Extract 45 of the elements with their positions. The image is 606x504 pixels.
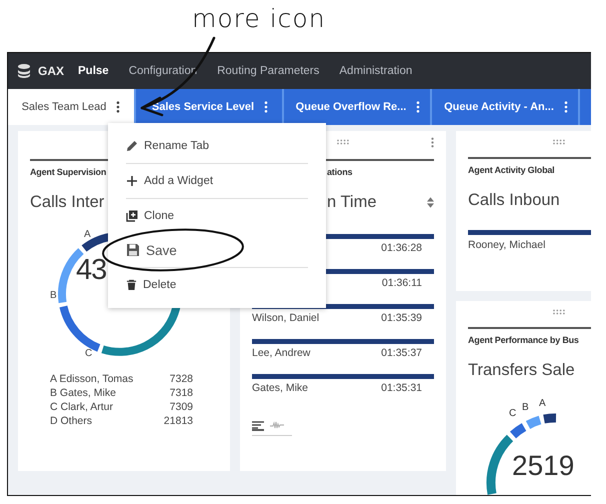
legend-value: 7318 xyxy=(170,386,193,400)
donut-value: 2519 xyxy=(512,450,574,482)
time-value: 01:36:28 xyxy=(381,242,422,256)
widget-heading: ations xyxy=(326,167,354,177)
time-value: 01:35:31 xyxy=(381,382,422,396)
annotation-label: more icon xyxy=(192,4,326,33)
time-value: 01:35:37 xyxy=(381,347,422,361)
agent-name: Rooney, Michael xyxy=(468,239,546,251)
donut-value: 43 xyxy=(76,254,106,287)
dashboard-tab[interactable]: Sales Team Lead xyxy=(8,89,136,125)
nav-link[interactable]: Configuration xyxy=(128,65,198,77)
menu-item[interactable]: Clone xyxy=(126,198,308,233)
widget-title: Calls Inboun xyxy=(468,191,561,210)
widget-title: Calls Inter xyxy=(30,193,106,212)
segment-label: C xyxy=(85,348,92,359)
widget-heading: Agent Supervision xyxy=(30,167,108,177)
menu-item[interactable]: Save xyxy=(126,233,308,267)
legend-label: A Edisson, Tomas xyxy=(50,372,134,386)
legend-value: 7328 xyxy=(170,372,193,386)
nav-link[interactable]: Administration xyxy=(339,65,412,77)
legend-label: C Clark, Artur xyxy=(50,400,114,414)
legend-label: B Gates, Mike xyxy=(50,386,116,400)
agent-name: Wilson, Daniel xyxy=(252,312,320,326)
agent-name: Lee, Andrew xyxy=(252,347,310,361)
menu-item[interactable]: Rename Tab xyxy=(126,129,308,163)
widget-heading: Agent Performance by Bus xyxy=(468,335,580,345)
segment-label: B xyxy=(50,290,57,301)
widget-title: n Time xyxy=(326,193,377,212)
segment-label: A xyxy=(84,229,91,240)
nav-link[interactable]: Pulse xyxy=(78,65,109,77)
time-value: 01:36:11 xyxy=(382,277,422,291)
widget-title: Transfers Sale xyxy=(468,361,576,380)
segment-label: C xyxy=(509,408,516,419)
legend-value: 21813 xyxy=(164,414,193,428)
segment-label: A xyxy=(539,398,546,409)
menu-item[interactable]: Add a Widget xyxy=(126,163,308,198)
agent-name: Gates, Mike xyxy=(252,382,308,396)
segment-label: B xyxy=(522,402,529,413)
widget-heading: Agent Activity Global xyxy=(468,165,556,175)
nav-link[interactable]: Routing Parameters xyxy=(217,65,320,77)
product-name: GAX xyxy=(38,64,64,78)
legend-label: D Others xyxy=(50,414,92,428)
menu-item[interactable]: Delete xyxy=(126,267,308,302)
time-value: 01:35:39 xyxy=(381,312,422,326)
legend-value: 7309 xyxy=(170,400,193,414)
